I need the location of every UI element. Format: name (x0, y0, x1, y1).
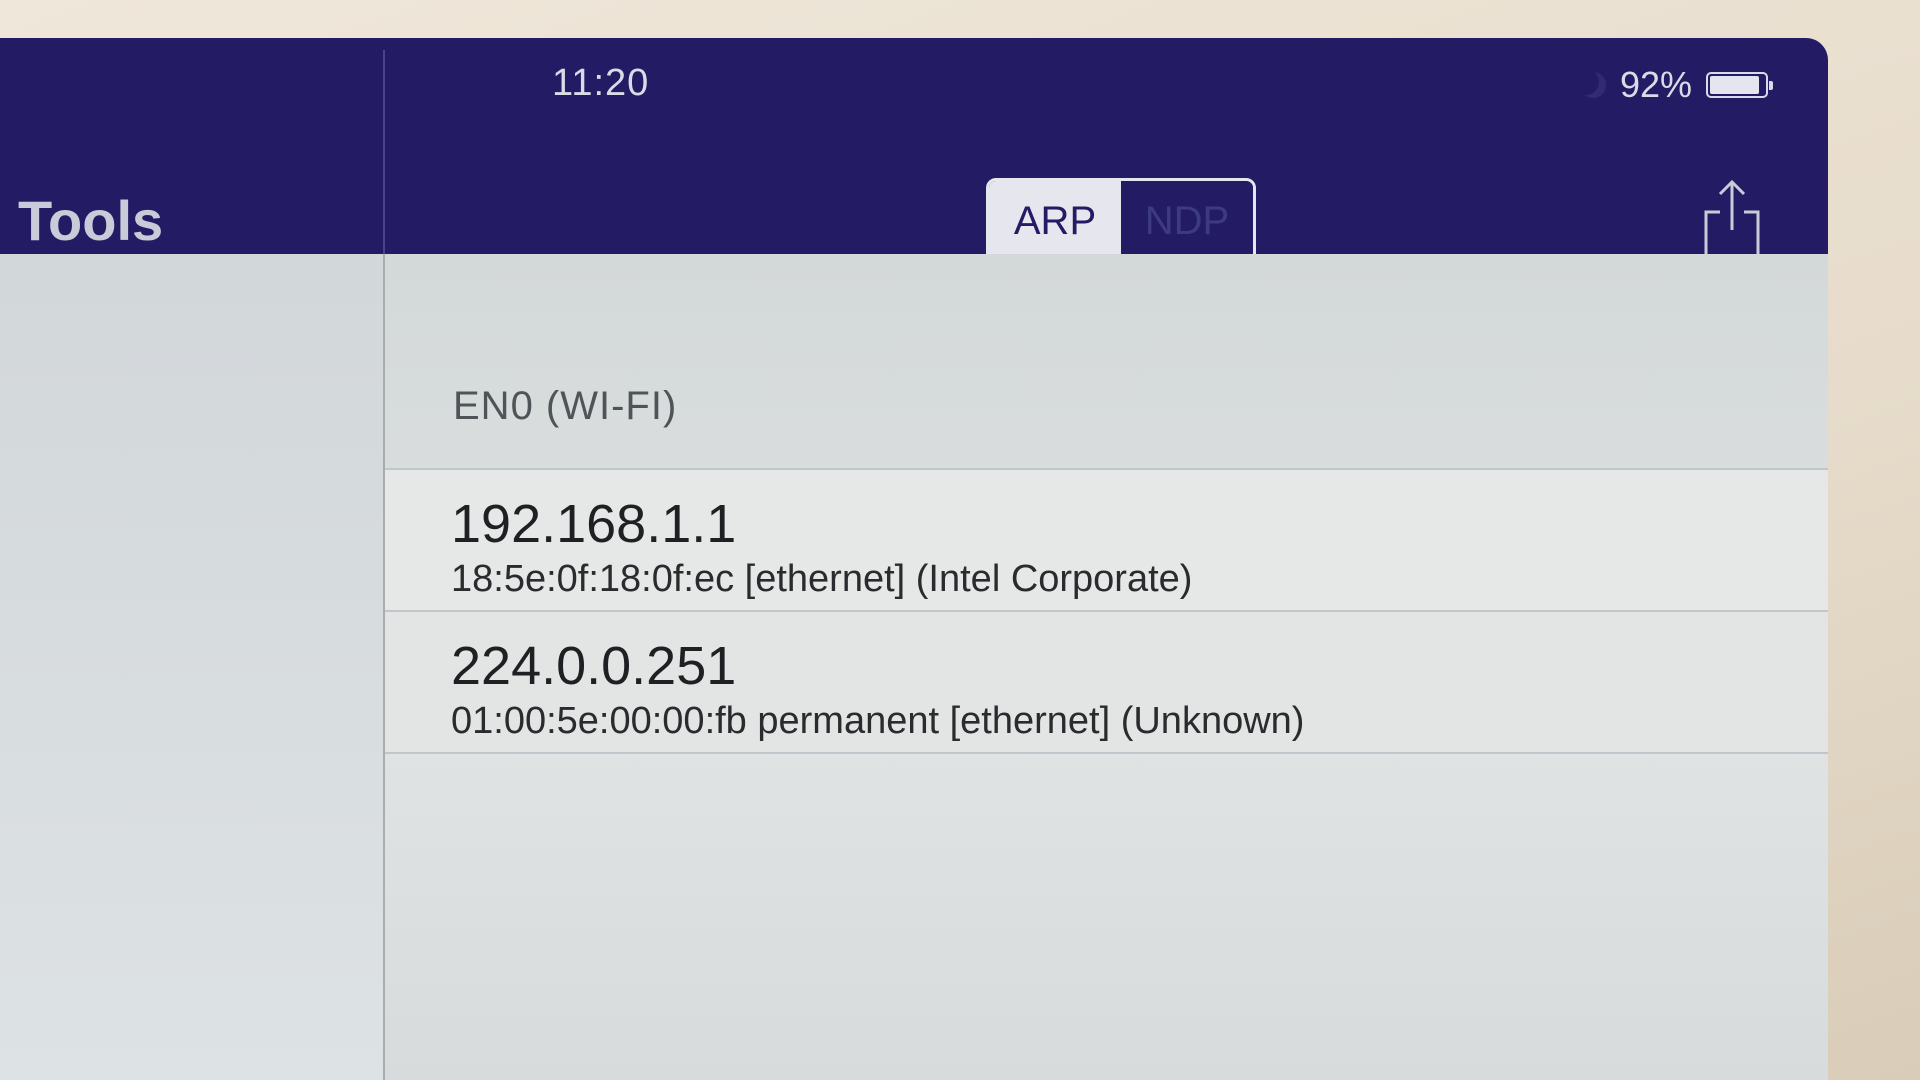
battery-percent: 92% (1619, 64, 1692, 105)
share-icon (1704, 179, 1760, 260)
row-mac-details: 18:5e:0f:18:0f:ec [ethernet] (Intel Corp… (451, 558, 1193, 600)
sidebar-panel (0, 254, 383, 1080)
battery-nub (1769, 81, 1773, 90)
row-mac-details: 01:00:5e:00:00:fb permanent [ethernet] (… (451, 700, 1305, 742)
segment-arp[interactable]: ARP (989, 181, 1121, 261)
row-ip-address: 224.0.0.251 (451, 636, 737, 696)
row-ip-address: 192.168.1.1 (451, 494, 737, 554)
screen: Tools 11:20 92% ARP NDP EN0 (WI-FI) 192.… (0, 38, 1828, 1080)
arp-table-pane: EN0 (WI-FI) 192.168.1.1 18:5e:0f:18:0f:e… (385, 254, 1828, 1080)
section-header: EN0 (WI-FI) (453, 384, 678, 428)
table-row[interactable]: 192.168.1.1 18:5e:0f:18:0f:ec [ethernet]… (385, 470, 1828, 612)
moon-icon (1580, 72, 1606, 98)
battery-icon (1706, 72, 1773, 98)
segment-ndp[interactable]: NDP (1121, 181, 1253, 261)
arp-ndp-segmented-control: ARP NDP (986, 178, 1256, 264)
battery-fill (1710, 76, 1760, 94)
status-indicators: 92% (1580, 64, 1773, 106)
sidebar-title: Tools (18, 189, 164, 252)
share-button[interactable] (1700, 178, 1764, 260)
split-divider-top (383, 50, 385, 254)
status-time: 11:20 (552, 62, 650, 104)
tablet-device: Tools 11:20 92% ARP NDP EN0 (WI-FI) 192.… (0, 38, 1828, 1080)
table-row[interactable]: 224.0.0.251 01:00:5e:00:00:fb permanent … (385, 612, 1828, 754)
navigation-bar: Tools 11:20 92% ARP NDP (0, 38, 1828, 264)
arp-table: 192.168.1.1 18:5e:0f:18:0f:ec [ethernet]… (385, 468, 1828, 754)
